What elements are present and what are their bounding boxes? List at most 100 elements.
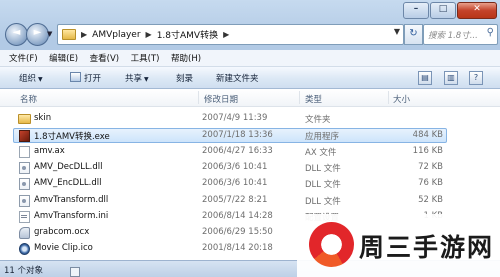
breadcrumb-separator[interactable]: ▶ xyxy=(81,30,87,39)
menu-tools[interactable]: 工具(T) xyxy=(131,52,160,64)
file-row[interactable]: 1.8寸AMV转换.exe 2007/1/18 13:36 应用程序 484 KB xyxy=(13,128,447,144)
maximize-button[interactable]: □ xyxy=(430,2,456,19)
file-name: Movie Clip.ico xyxy=(34,243,93,254)
file-row[interactable]: AMV_EncDLL.dll 2006/3/6 10:41 DLL 文件 76 KB xyxy=(14,177,446,191)
file-row[interactable]: AMV_DecDLL.dll 2006/3/6 10:41 DLL 文件 72 KB xyxy=(14,161,446,174)
file-type: DLL 文件 xyxy=(305,163,341,174)
share-button[interactable]: 共享 ▼ xyxy=(125,72,149,84)
file-size: 76 KB xyxy=(418,178,443,189)
preview-pane-button[interactable]: ▥ xyxy=(444,71,458,85)
file-type: AX 文件 xyxy=(305,147,337,158)
open-icon xyxy=(70,72,81,82)
column-divider[interactable] xyxy=(388,91,389,104)
back-arrow-icon: ◄ xyxy=(12,27,21,38)
ico-icon xyxy=(19,243,30,256)
maximize-icon: □ xyxy=(438,4,448,14)
menu-help[interactable]: 帮助(H) xyxy=(171,52,201,64)
file-icon xyxy=(19,145,30,158)
forward-button[interactable]: ► xyxy=(26,23,49,46)
organize-button[interactable]: 组织 ▼ xyxy=(19,72,43,84)
burn-button[interactable]: 刻录 xyxy=(176,72,193,84)
file-date: 2006/4/27 16:33 xyxy=(202,145,273,156)
open-label: 打开 xyxy=(84,74,102,84)
menu-bar: 文件(F) 编辑(E) 查看(V) 工具(T) 帮助(H) xyxy=(0,50,500,67)
help-button[interactable]: ? xyxy=(469,71,483,85)
recent-pages-dropdown[interactable]: ▼ xyxy=(47,30,52,38)
column-name[interactable]: 名称 xyxy=(20,93,37,105)
search-placeholder: 搜索 1.8寸... xyxy=(428,31,478,41)
preview-pane-icon: ▥ xyxy=(447,73,455,82)
file-date: 2006/8/14 14:28 xyxy=(202,210,273,221)
file-name: 1.8寸AMV转换.exe xyxy=(34,132,110,143)
column-divider[interactable] xyxy=(198,91,199,104)
file-date: 2005/7/22 8:21 xyxy=(202,194,268,205)
window-controls: – □ ✕ xyxy=(402,2,497,19)
address-bar[interactable]: ▶ AMVplayer ▶ 1.8寸AMV转换 ▶ ▼ xyxy=(57,24,404,45)
address-history-dropdown[interactable]: ▼ xyxy=(394,27,400,36)
column-date[interactable]: 修改日期 xyxy=(204,93,238,105)
column-divider[interactable] xyxy=(299,91,300,104)
file-type: 应用程序 xyxy=(305,132,340,143)
search-icon[interactable]: ⚲ xyxy=(487,27,494,38)
folder-icon xyxy=(62,29,76,40)
file-type: DLL 文件 xyxy=(305,196,341,207)
close-icon: ✕ xyxy=(473,4,481,14)
ocx-icon xyxy=(19,227,30,240)
file-name: AmvTransform.dll xyxy=(34,194,109,205)
new-folder-button[interactable]: 新建文件夹 xyxy=(216,72,259,84)
details-toggle[interactable] xyxy=(70,267,80,277)
file-date: 2007/4/9 11:39 xyxy=(202,113,268,123)
column-size[interactable]: 大小 xyxy=(393,93,410,105)
item-count: 11 个对象 xyxy=(4,266,44,276)
open-button[interactable]: 打开 xyxy=(70,72,101,84)
watermark-logo-icon xyxy=(309,222,354,267)
forward-arrow-icon: ► xyxy=(33,27,42,38)
chevron-down-icon: ▼ xyxy=(144,76,149,83)
minimize-button[interactable]: – xyxy=(403,2,429,19)
breadcrumb-amvplayer[interactable]: AMVplayer xyxy=(92,30,140,40)
file-row[interactable]: AmvTransform.dll 2005/7/22 8:21 DLL 文件 52 K… xyxy=(14,194,446,207)
file-size: 72 KB xyxy=(418,161,443,172)
share-label: 共享 xyxy=(125,74,143,84)
file-name: AMV_DecDLL.dll xyxy=(34,161,103,172)
file-name: amv.ax xyxy=(34,145,65,156)
file-row[interactable]: amv.ax 2006/4/27 16:33 AX 文件 116 KB xyxy=(14,145,446,158)
folder-icon xyxy=(18,114,31,124)
refresh-button[interactable]: ↻ xyxy=(404,24,423,45)
search-input[interactable]: 搜索 1.8寸... ⚲ xyxy=(423,24,498,45)
file-name: AmvTransform.ini xyxy=(34,210,109,221)
dll-icon xyxy=(19,178,30,191)
file-type: 文件夹 xyxy=(305,115,331,125)
menu-edit[interactable]: 编辑(E) xyxy=(49,52,78,64)
menu-file[interactable]: 文件(F) xyxy=(9,52,38,64)
refresh-icon: ↻ xyxy=(409,28,418,39)
column-type[interactable]: 类型 xyxy=(305,93,322,105)
file-type: DLL 文件 xyxy=(305,180,341,191)
file-name: AMV_EncDLL.dll xyxy=(34,178,102,189)
chevron-down-icon: ▼ xyxy=(38,76,43,83)
menu-view[interactable]: 查看(V) xyxy=(90,52,119,64)
command-bar: 组织 ▼ 打开 共享 ▼ 刻录 新建文件夹 ▤ ▥ ? xyxy=(0,67,500,89)
column-header-row: 名称 修改日期 类型 大小 xyxy=(0,89,500,107)
organize-label: 组织 xyxy=(19,74,37,84)
dll-icon xyxy=(19,194,30,207)
new-folder-label: 新建文件夹 xyxy=(216,74,259,84)
exe-icon xyxy=(19,130,30,143)
close-button[interactable]: ✕ xyxy=(457,2,497,19)
file-name: grabcom.ocx xyxy=(34,227,90,238)
breadcrumb-separator[interactable]: ▶ xyxy=(223,30,229,39)
file-date: 2001/8/14 20:18 xyxy=(202,243,273,254)
file-name: skin xyxy=(34,113,52,123)
dll-icon xyxy=(19,161,30,174)
file-row[interactable]: skin 2007/4/9 11:39 文件夹 xyxy=(14,112,446,125)
file-date: 2006/3/6 10:41 xyxy=(202,161,268,172)
back-button[interactable]: ◄ xyxy=(5,23,28,46)
ini-icon xyxy=(19,210,30,223)
change-view-button[interactable]: ▤ xyxy=(418,71,432,85)
navigation-bar: ◄ ► ▼ ▶ AMVplayer ▶ 1.8寸AMV转换 ▶ ▼ ↻ 搜索 1… xyxy=(0,20,500,50)
breadcrumb-current-folder[interactable]: 1.8寸AMV转换 xyxy=(157,28,218,41)
breadcrumb-separator[interactable]: ▶ xyxy=(146,30,152,39)
view-icon: ▤ xyxy=(421,73,429,82)
file-date: 2007/1/18 13:36 xyxy=(202,130,273,141)
file-size: 52 KB xyxy=(418,194,443,205)
